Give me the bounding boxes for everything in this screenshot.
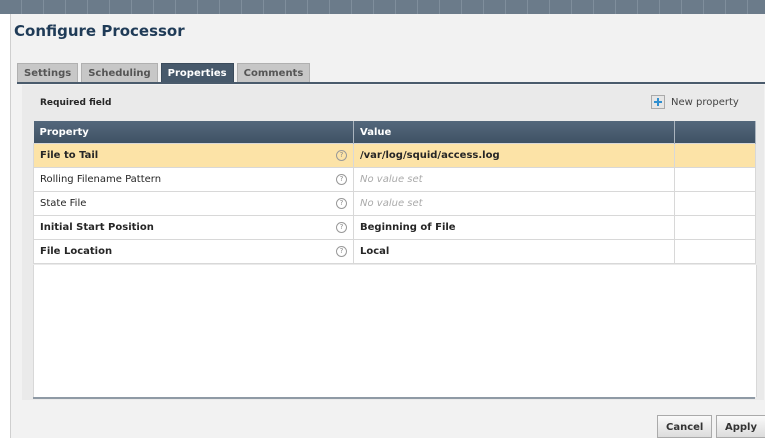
- row-actions-cell: [674, 143, 756, 168]
- dialog-title: Configure Processor: [14, 22, 185, 40]
- table-row[interactable]: Rolling Filename Pattern ? No value set: [33, 167, 756, 192]
- table-header-row: Property Value: [33, 121, 756, 144]
- table-bottom-border: [33, 397, 755, 399]
- property-value[interactable]: Local: [353, 239, 675, 264]
- property-value[interactable]: No value set: [353, 167, 675, 192]
- table-row[interactable]: File Location ? Local: [33, 239, 756, 264]
- table-row[interactable]: File to Tail ? /var/log/squid/access.log: [33, 143, 756, 168]
- property-name: Rolling Filename Pattern: [40, 174, 162, 185]
- property-name-cell: Rolling Filename Pattern ?: [33, 167, 354, 192]
- property-name-cell: State File ?: [33, 191, 354, 216]
- properties-table: Property Value File to Tail ? /var/log/s…: [33, 121, 756, 264]
- column-header-property[interactable]: Property: [33, 121, 354, 144]
- help-icon[interactable]: ?: [336, 174, 347, 185]
- plus-icon: [651, 95, 665, 109]
- property-name: Initial Start Position: [40, 222, 154, 233]
- property-value[interactable]: Beginning of File: [353, 215, 675, 240]
- tab-settings[interactable]: Settings: [17, 63, 79, 82]
- column-header-value[interactable]: Value: [353, 121, 675, 144]
- tab-scheduling[interactable]: Scheduling: [81, 63, 158, 82]
- property-name-cell: File Location ?: [33, 239, 354, 264]
- tab-comments[interactable]: Comments: [236, 63, 311, 82]
- tab-divider: [17, 82, 765, 84]
- new-property-label: New property: [671, 96, 739, 108]
- property-name: File Location: [40, 246, 113, 257]
- help-icon[interactable]: ?: [336, 150, 347, 161]
- row-actions-cell: [674, 215, 756, 240]
- property-name-cell: Initial Start Position ?: [33, 215, 354, 240]
- help-icon[interactable]: ?: [336, 222, 347, 233]
- table-empty-area: [33, 265, 757, 397]
- cancel-button[interactable]: Cancel: [657, 415, 713, 438]
- table-row[interactable]: State File ? No value set: [33, 191, 756, 216]
- row-actions-cell: [674, 191, 756, 216]
- required-field-label: Required field: [40, 98, 112, 108]
- background-canvas-strip: [0, 0, 765, 14]
- help-icon[interactable]: ?: [336, 198, 347, 209]
- row-actions-cell: [674, 239, 756, 264]
- tab-bar: Settings Scheduling Properties Comments: [17, 63, 311, 82]
- new-property-button[interactable]: New property: [651, 95, 739, 109]
- property-name: State File: [40, 198, 87, 209]
- property-value[interactable]: /var/log/squid/access.log: [353, 143, 675, 168]
- apply-button[interactable]: Apply: [716, 415, 765, 438]
- row-actions-cell: [674, 167, 756, 192]
- column-header-actions: [674, 121, 756, 144]
- help-icon[interactable]: ?: [336, 246, 347, 257]
- property-value[interactable]: No value set: [353, 191, 675, 216]
- property-name-cell: File to Tail ?: [33, 143, 354, 168]
- table-row[interactable]: Initial Start Position ? Beginning of Fi…: [33, 215, 756, 240]
- property-name: File to Tail: [40, 150, 99, 161]
- tab-properties[interactable]: Properties: [160, 63, 234, 82]
